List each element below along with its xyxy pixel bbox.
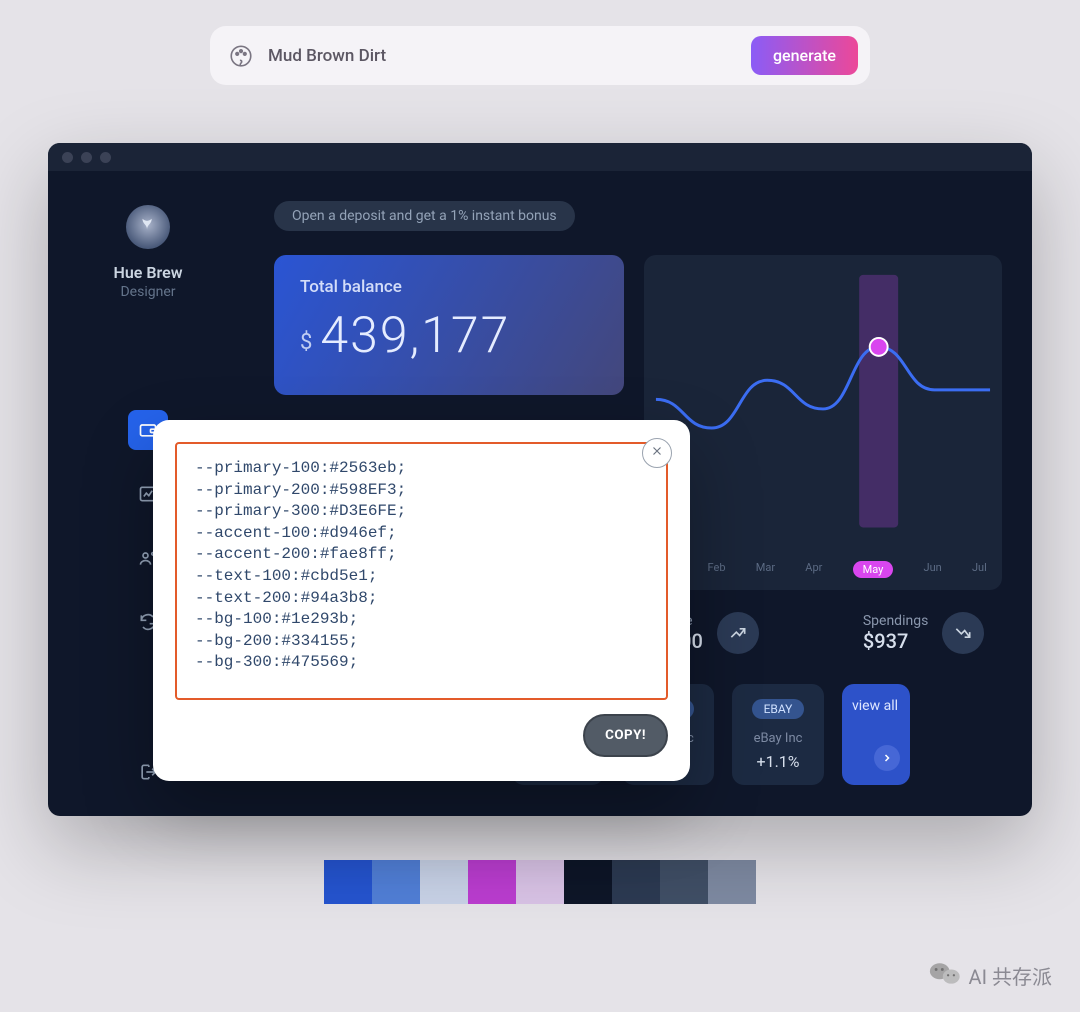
spendings-value: $937 — [863, 629, 928, 653]
prompt-bar: Mud Brown Dirt generate — [210, 26, 870, 85]
trend-up-icon — [717, 612, 759, 654]
spendings-label: Spendings — [863, 613, 928, 629]
window-dot — [62, 152, 73, 163]
close-button[interactable] — [642, 438, 672, 468]
stock-ticker: EBAY — [752, 699, 805, 719]
chart-month-label: Mar — [756, 561, 775, 578]
swatch[interactable] — [420, 860, 468, 904]
stock-name: eBay Inc — [742, 731, 814, 746]
prompt-text[interactable]: Mud Brown Dirt — [268, 46, 386, 66]
window-titlebar — [48, 143, 1032, 171]
balance-label: Total balance — [300, 277, 598, 297]
window-dot — [100, 152, 111, 163]
swatch[interactable] — [564, 860, 612, 904]
watermark: AI 共存派 — [929, 959, 1052, 992]
balance-card: Total balance $ 439,177 — [274, 255, 624, 395]
view-all-card[interactable]: view all — [842, 684, 910, 785]
chart-month-label: Feb — [708, 561, 726, 578]
chevron-right-icon — [874, 745, 900, 771]
line-chart-svg — [644, 255, 1002, 573]
chart-month-label: Apr — [805, 561, 822, 578]
view-all-label: view all — [852, 698, 900, 714]
stock-card[interactable]: EBAY eBay Inc +1.1% — [732, 684, 824, 785]
copy-button[interactable]: COPY! — [583, 714, 668, 757]
trend-down-icon — [942, 612, 984, 654]
balance-currency: $ — [300, 330, 312, 355]
chart-month-label: May — [853, 561, 894, 578]
user-role: Designer — [120, 284, 175, 300]
swatch[interactable] — [708, 860, 756, 904]
css-export-modal: --primary-100:#2563eb; --primary-200:#59… — [153, 420, 690, 781]
generate-button[interactable]: generate — [751, 36, 858, 75]
swatch[interactable] — [324, 860, 372, 904]
wechat-icon — [929, 959, 961, 992]
avatar[interactable] — [126, 205, 170, 249]
swatch[interactable] — [372, 860, 420, 904]
window-dot — [81, 152, 92, 163]
chart-x-axis: JunFebMarAprMayJunJul — [644, 561, 1002, 578]
css-code-box[interactable]: --primary-100:#2563eb; --primary-200:#59… — [175, 442, 668, 700]
swatch[interactable] — [468, 860, 516, 904]
palette-swatches — [0, 860, 1080, 904]
chart-month-label: Jun — [924, 561, 942, 578]
palette-icon — [228, 43, 254, 69]
swatch[interactable] — [516, 860, 564, 904]
close-icon — [650, 444, 664, 462]
promo-banner[interactable]: Open a deposit and get a 1% instant bonu… — [274, 201, 575, 231]
chart-month-label: Jul — [972, 561, 987, 578]
balance-amount: 439,177 — [320, 307, 510, 365]
balance-chart: JunFebMarAprMayJunJul — [644, 255, 1002, 590]
user-name: Hue Brew — [113, 263, 182, 282]
swatch[interactable] — [660, 860, 708, 904]
stock-change: +1.1% — [742, 752, 814, 771]
swatch[interactable] — [612, 860, 660, 904]
stat-spendings: Spendings $937 — [863, 612, 984, 654]
